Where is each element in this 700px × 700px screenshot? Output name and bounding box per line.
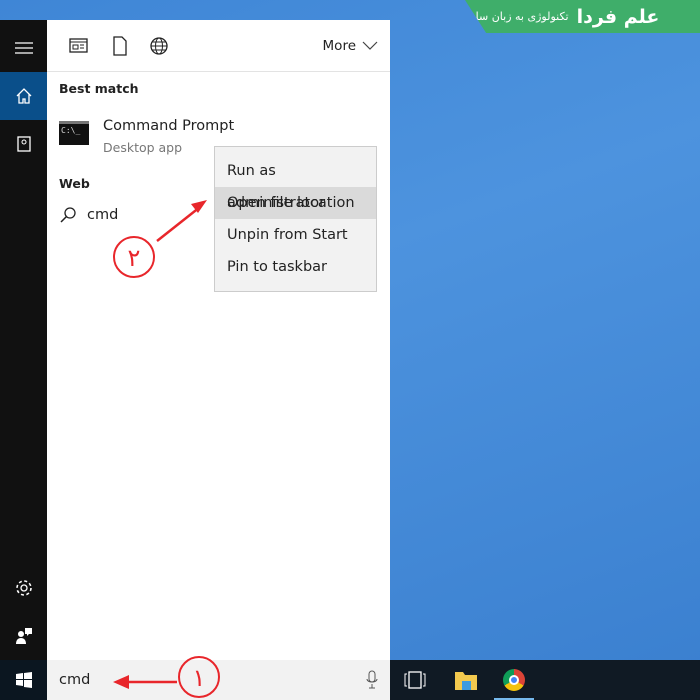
step-1-label: ١ <box>193 664 206 692</box>
step-2-annotation: ٢ <box>113 200 207 278</box>
step-2-label: ٢ <box>128 244 141 272</box>
step-1-annotation: ١ <box>113 656 220 698</box>
annotation-layer: ٢ ١ <box>113 200 220 698</box>
